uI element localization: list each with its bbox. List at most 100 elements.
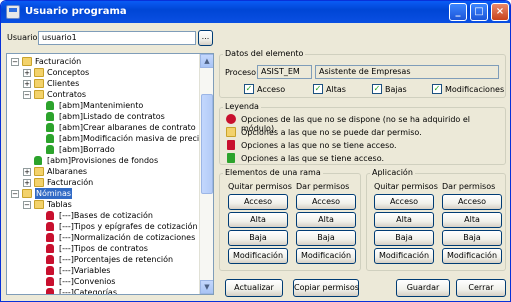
proceso-code-field: ASIST_EM [257,65,312,79]
tree-item[interactable]: [abm]Borrado [7,144,197,155]
minimize-button[interactable]: _ [449,3,467,21]
app-dar-alta-button[interactable]: Alta [442,212,502,228]
tree-item[interactable]: [abm]Listado de contratos [7,111,197,122]
datos-title: Datos del elemento [223,49,306,58]
tree-item[interactable]: + Clientes [7,78,197,89]
tree-item[interactable]: [abm]Crear albaranes de contrato [7,122,197,133]
app-icon [6,5,20,19]
tree-item[interactable]: [abm]Provisiones de fondos [7,155,197,166]
tree-item-label: [abm]Mantenimiento [59,101,144,110]
app-quitar-modificacion-button[interactable]: Modificación [374,248,434,264]
tree-item-label: Facturación [35,57,82,66]
folder-icon [34,178,44,187]
tree-item[interactable]: [---]Normalización de cotizaciones [7,232,197,243]
modificaciones-check-label: Modificaciones [445,85,505,94]
expand-icon[interactable]: + [23,179,31,187]
collapse-icon[interactable]: − [11,190,19,198]
actualizar-button[interactable]: Actualizar [225,279,283,297]
app-quitar-baja-button[interactable]: Baja [374,230,434,246]
expand-icon[interactable]: + [23,80,31,88]
modificaciones-checkbox[interactable]: ✓ [432,84,442,94]
app-quitar-acceso-button[interactable]: Acceso [374,194,434,210]
rama-dar-alta-button[interactable]: Alta [296,212,356,228]
altas-checkbox[interactable]: ✓ [313,84,323,94]
lock-green-icon [46,134,54,143]
tree-item[interactable]: [---]Bases de cotización [7,210,197,221]
aplicacion-quitar-label: Quitar permisos [374,182,438,191]
tree-item-label: Nóminas [35,188,73,199]
collapse-icon[interactable]: − [23,91,31,99]
app-dar-acceso-button[interactable]: Acceso [442,194,502,210]
app-dar-modificacion-button[interactable]: Modificación [442,248,502,264]
tree-item-label: [abm]Listado de contratos [59,112,165,121]
tree-item-label: Contratos [47,90,87,99]
user-field[interactable]: usuario1 [38,31,196,45]
main-window: Usuario programa _ □ × Usuario: usuario1… [0,0,511,302]
guardar-button[interactable]: Guardar [396,279,450,297]
tree-item-label: [---]Convenios [59,277,116,286]
tree-item[interactable]: + Facturación [7,177,197,188]
bajas-checkbox[interactable]: ✓ [372,84,382,94]
tree-item[interactable]: [abm]Mantenimiento [7,100,197,111]
scroll-up-icon[interactable]: ▲ [200,54,213,68]
rama-quitar-baja-button[interactable]: Baja [228,230,288,246]
expand-icon[interactable]: + [23,168,31,176]
tree-item[interactable]: [---]Porcentajes de retención [7,254,197,265]
tree-item[interactable]: [---]Tipos de contratos [7,243,197,254]
lock-red-icon [46,233,54,242]
tree-item[interactable]: [---]Variables [7,265,197,276]
rama-quitar-alta-button[interactable]: Alta [228,212,288,228]
maximize-button[interactable]: □ [470,3,488,21]
rama-dar-acceso-button[interactable]: Acceso [296,194,356,210]
rama-dar-baja-button[interactable]: Baja [296,230,356,246]
unavailable-icon [226,114,236,124]
tree-item[interactable]: + Albaranes [7,166,197,177]
expand-icon[interactable]: + [23,69,31,77]
acceso-checkbox[interactable]: ✓ [244,84,254,94]
leyenda-title: Leyenda [223,102,261,111]
tree-scrollbar[interactable]: ▲ ▼ [199,54,213,294]
app-quitar-alta-button[interactable]: Alta [374,212,434,228]
title-bar[interactable]: Usuario programa _ □ × [1,1,510,23]
lock-green-icon [46,145,54,154]
tree-item[interactable]: [---]Tipos y epígrafes de cotización [7,221,198,232]
copiar-permisos-button[interactable]: Copiar permisos [293,279,359,297]
cerrar-button[interactable]: Cerrar [456,279,506,297]
lock-red-icon [46,255,54,264]
folder-icon [226,127,236,137]
user-label: Usuario: [7,33,41,42]
tree-item[interactable]: [---]Categorías [7,287,197,294]
tree-item-label: Clientes [47,79,80,88]
lock-red-icon [46,211,54,220]
aplicacion-group: Aplicación Quitar permisos Dar permisos … [366,168,506,271]
lock-red-icon [46,277,54,286]
scroll-down-icon[interactable]: ▼ [200,280,213,294]
lock-red-icon [46,244,54,253]
tree-item[interactable]: [---]Convenios [7,276,197,287]
folder-icon [34,68,44,77]
tree-item-label: Conceptos [47,68,90,77]
tree-item[interactable]: + Conceptos [7,67,197,78]
collapse-icon[interactable]: − [23,201,31,209]
lock-green-icon [46,123,54,132]
tree-item[interactable]: − Contratos [7,89,197,100]
leyenda-item: Opciones a las que se tiene acceso. [241,154,385,163]
user-browse-button[interactable]: ... [198,30,213,46]
tree-item[interactable]: − Facturación [7,56,197,67]
tree-item[interactable]: − Nóminas [7,188,197,199]
collapse-icon[interactable]: − [11,58,19,66]
rama-quitar-modificacion-button[interactable]: Modificación [228,248,288,264]
tree-item[interactable]: [abm]Modificación masiva de precios [7,133,208,144]
rama-dar-modificacion-button[interactable]: Modificación [296,248,356,264]
close-button[interactable]: × [491,3,509,21]
rama-quitar-acceso-button[interactable]: Acceso [228,194,288,210]
permissions-tree[interactable]: [---]Categorías [---]Convenios [---]Variab… [6,53,214,295]
app-dar-baja-button[interactable]: Baja [442,230,502,246]
tree-item-label: [abm]Provisiones de fondos [47,156,159,165]
lock-red-icon [46,266,54,275]
altas-check-label: Altas [326,85,346,94]
scroll-thumb[interactable] [201,94,213,194]
tree-item-label: [---]Porcentajes de retención [59,255,174,264]
tree-item[interactable]: − Tablas [7,199,197,210]
tree-item-label: [abm]Crear albaranes de contrato [59,123,196,132]
